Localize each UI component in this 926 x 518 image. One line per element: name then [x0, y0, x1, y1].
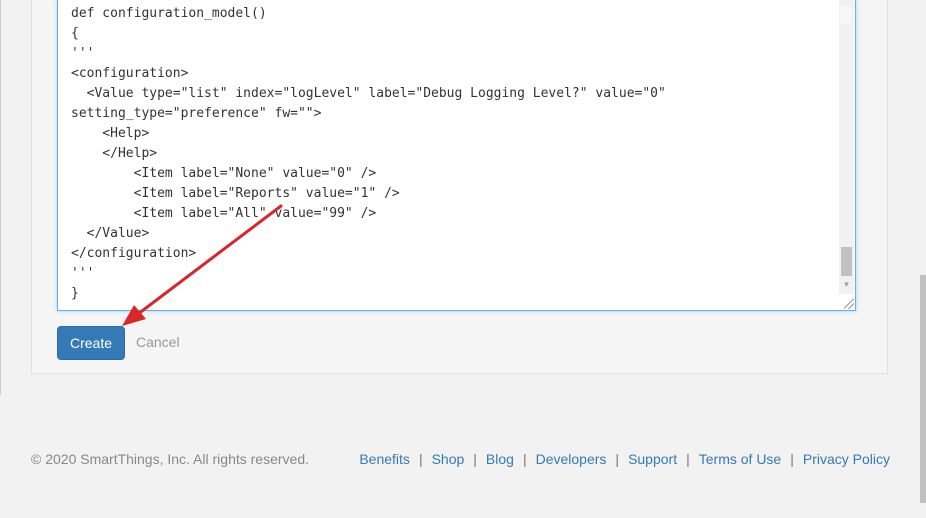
resize-grip-icon[interactable]: [844, 299, 854, 309]
code-line: {: [71, 26, 79, 41]
code-line: </configuration>: [71, 246, 197, 261]
footer-link-privacy-policy[interactable]: Privacy Policy: [803, 451, 890, 467]
code-line: <Item label="All" value="99" />: [71, 206, 377, 221]
code-line: setting_type="preference" fw="">: [71, 106, 322, 121]
code-content[interactable]: def configuration_model() { ''' <configu…: [71, 4, 666, 304]
page-left-border: [0, 0, 1, 395]
footer-separator: |: [790, 451, 794, 467]
page-scrollbar-thumb[interactable]: [920, 275, 926, 503]
footer-link-support[interactable]: Support: [628, 451, 677, 467]
code-line: def configuration_model(): [71, 6, 267, 21]
footer-link-shop[interactable]: Shop: [432, 451, 465, 467]
footer-link-benefits[interactable]: Benefits: [359, 451, 410, 467]
footer-links: Benefits | Shop | Blog | Developers | Support | Te…: [359, 451, 890, 467]
code-line: <Value type="list" index="logLevel" labe…: [71, 86, 666, 101]
code-line: ''': [71, 46, 95, 61]
code-line: </Help>: [71, 146, 158, 161]
code-line: </Value>: [71, 226, 150, 241]
footer-separator: |: [615, 451, 620, 467]
footer-separator: |: [418, 451, 423, 467]
editor-scrollbar[interactable]: ▼: [839, 0, 854, 294]
code-line: <Help>: [71, 126, 150, 141]
code-line: <Item label="None" value="0" />: [71, 166, 377, 181]
code-line: <Item label="Reports" value="1" />: [71, 186, 400, 201]
editor-scrollbar-thumb[interactable]: [841, 247, 852, 276]
code-line: <configuration>: [71, 66, 189, 81]
footer-link-terms-of-use[interactable]: Terms of Use: [699, 451, 781, 467]
cancel-link[interactable]: Cancel: [136, 334, 180, 350]
footer-separator: |: [522, 451, 527, 467]
footer-link-developers[interactable]: Developers: [536, 451, 607, 467]
footer-separator: |: [473, 451, 477, 467]
scroll-down-arrow-icon[interactable]: ▼: [839, 279, 854, 291]
code-line: ''': [71, 266, 95, 281]
create-button[interactable]: Create: [57, 326, 125, 360]
footer-copyright: © 2020 SmartThings, Inc. All rights rese…: [31, 451, 309, 467]
scrollbar-top-handle: [840, 6, 852, 24]
code-line: }: [71, 286, 79, 301]
code-editor-textarea[interactable]: def configuration_model() { ''' <configu…: [57, 0, 856, 311]
footer-separator: |: [686, 451, 690, 467]
footer-link-blog[interactable]: Blog: [486, 451, 514, 467]
